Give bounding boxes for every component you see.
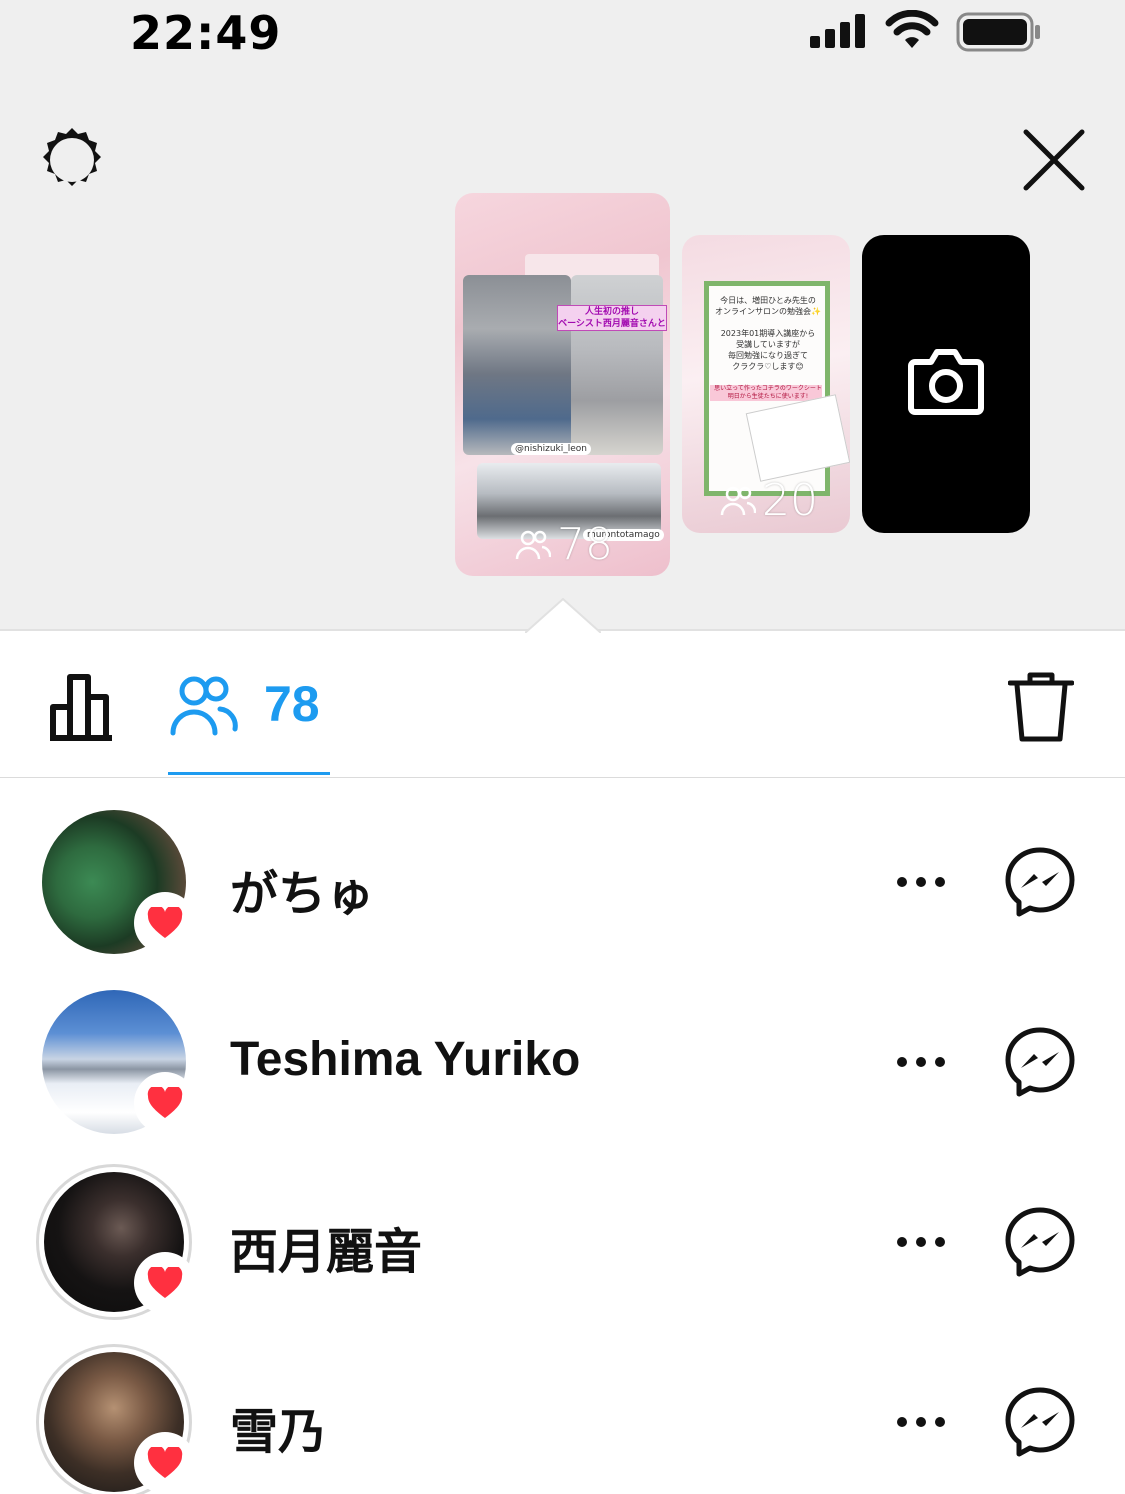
story-handle: @nishizuki_leon [511,443,591,455]
add-story-button[interactable] [862,235,1030,533]
story-photo [571,275,663,455]
more-options-icon[interactable] [896,872,946,892]
liked-badge [134,1072,196,1134]
viewer-name[interactable]: Teshima Yuriko [230,1032,580,1087]
messenger-icon[interactable] [1005,847,1075,917]
messenger-icon[interactable] [1005,1027,1075,1097]
messenger-icon[interactable] [1005,1207,1075,1277]
list-item: がちゅ [0,810,1125,990]
viewer-name[interactable]: 雪乃 [230,1392,326,1462]
story-tray-area: 22:49 人生初の推し ベーシスト西月麗音さんと @nishizuki_leo… [0,0,1125,634]
trash-icon [1007,672,1075,742]
story-highlight-text: 思い立って作ったコチラのワークシート 明日から生徒たちに使います! [714,385,822,400]
heart-icon [147,1447,183,1478]
status-time: 22:49 [130,6,282,60]
story-viewer-count: 78 [515,519,613,570]
people-icon [515,530,551,559]
list-item: 西月麗音 [0,1164,1125,1344]
story-thumbnail-selected[interactable]: 人生初の推し ベーシスト西月麗音さんと @nishizuki_leon muro… [455,193,670,576]
gear-icon [43,128,101,186]
tab-insights[interactable] [50,673,120,741]
heart-icon [147,1267,183,1298]
story-viewer-count-value: 20 [762,475,818,526]
more-options-icon[interactable] [896,1412,946,1432]
wifi-icon [885,10,939,48]
more-options-icon[interactable] [896,1052,946,1072]
people-icon [720,486,756,515]
heart-icon [147,907,183,938]
liked-badge [134,892,196,954]
story-thumbnail[interactable]: 今日は、増田ひとみ先生の オンラインサロンの勉強会✨ 2023年01期導入講座か… [682,235,850,533]
story-viewer-count: 20 [720,475,818,526]
liked-badge [134,1432,196,1494]
camera-icon [908,349,984,415]
list-item: 雪乃 [0,1344,1125,1494]
story-tabs: 78 [0,633,1125,778]
tab-viewers[interactable]: 78 [168,669,330,775]
viewer-name[interactable]: がちゅ [230,854,374,924]
settings-button[interactable] [36,124,108,196]
viewers-count: 78 [264,676,320,732]
selection-pointer [525,598,601,634]
viewer-name[interactable]: 西月麗音 [230,1212,422,1282]
story-text: 今日は、増田ひとみ先生の オンラインサロンの勉強会✨ 2023年01期導入講座か… [715,296,821,371]
story-viewer-count-value: 78 [557,519,613,570]
story-caption: 人生初の推し ベーシスト西月麗音さんと [557,305,667,331]
close-icon [1023,129,1085,191]
more-options-icon[interactable] [896,1232,946,1252]
status-bar: 22:49 [0,0,1125,70]
story-photo [463,275,571,455]
liked-badge [134,1252,196,1314]
heart-icon [147,1087,183,1118]
close-button[interactable] [1018,124,1090,196]
people-icon [170,676,238,736]
list-item: Teshima Yuriko [0,990,1125,1170]
messenger-icon[interactable] [1005,1387,1075,1457]
cellular-signal-icon [810,14,865,48]
delete-story-button[interactable] [1007,671,1075,743]
battery-icon [956,12,1040,52]
bar-chart-icon [50,674,112,741]
